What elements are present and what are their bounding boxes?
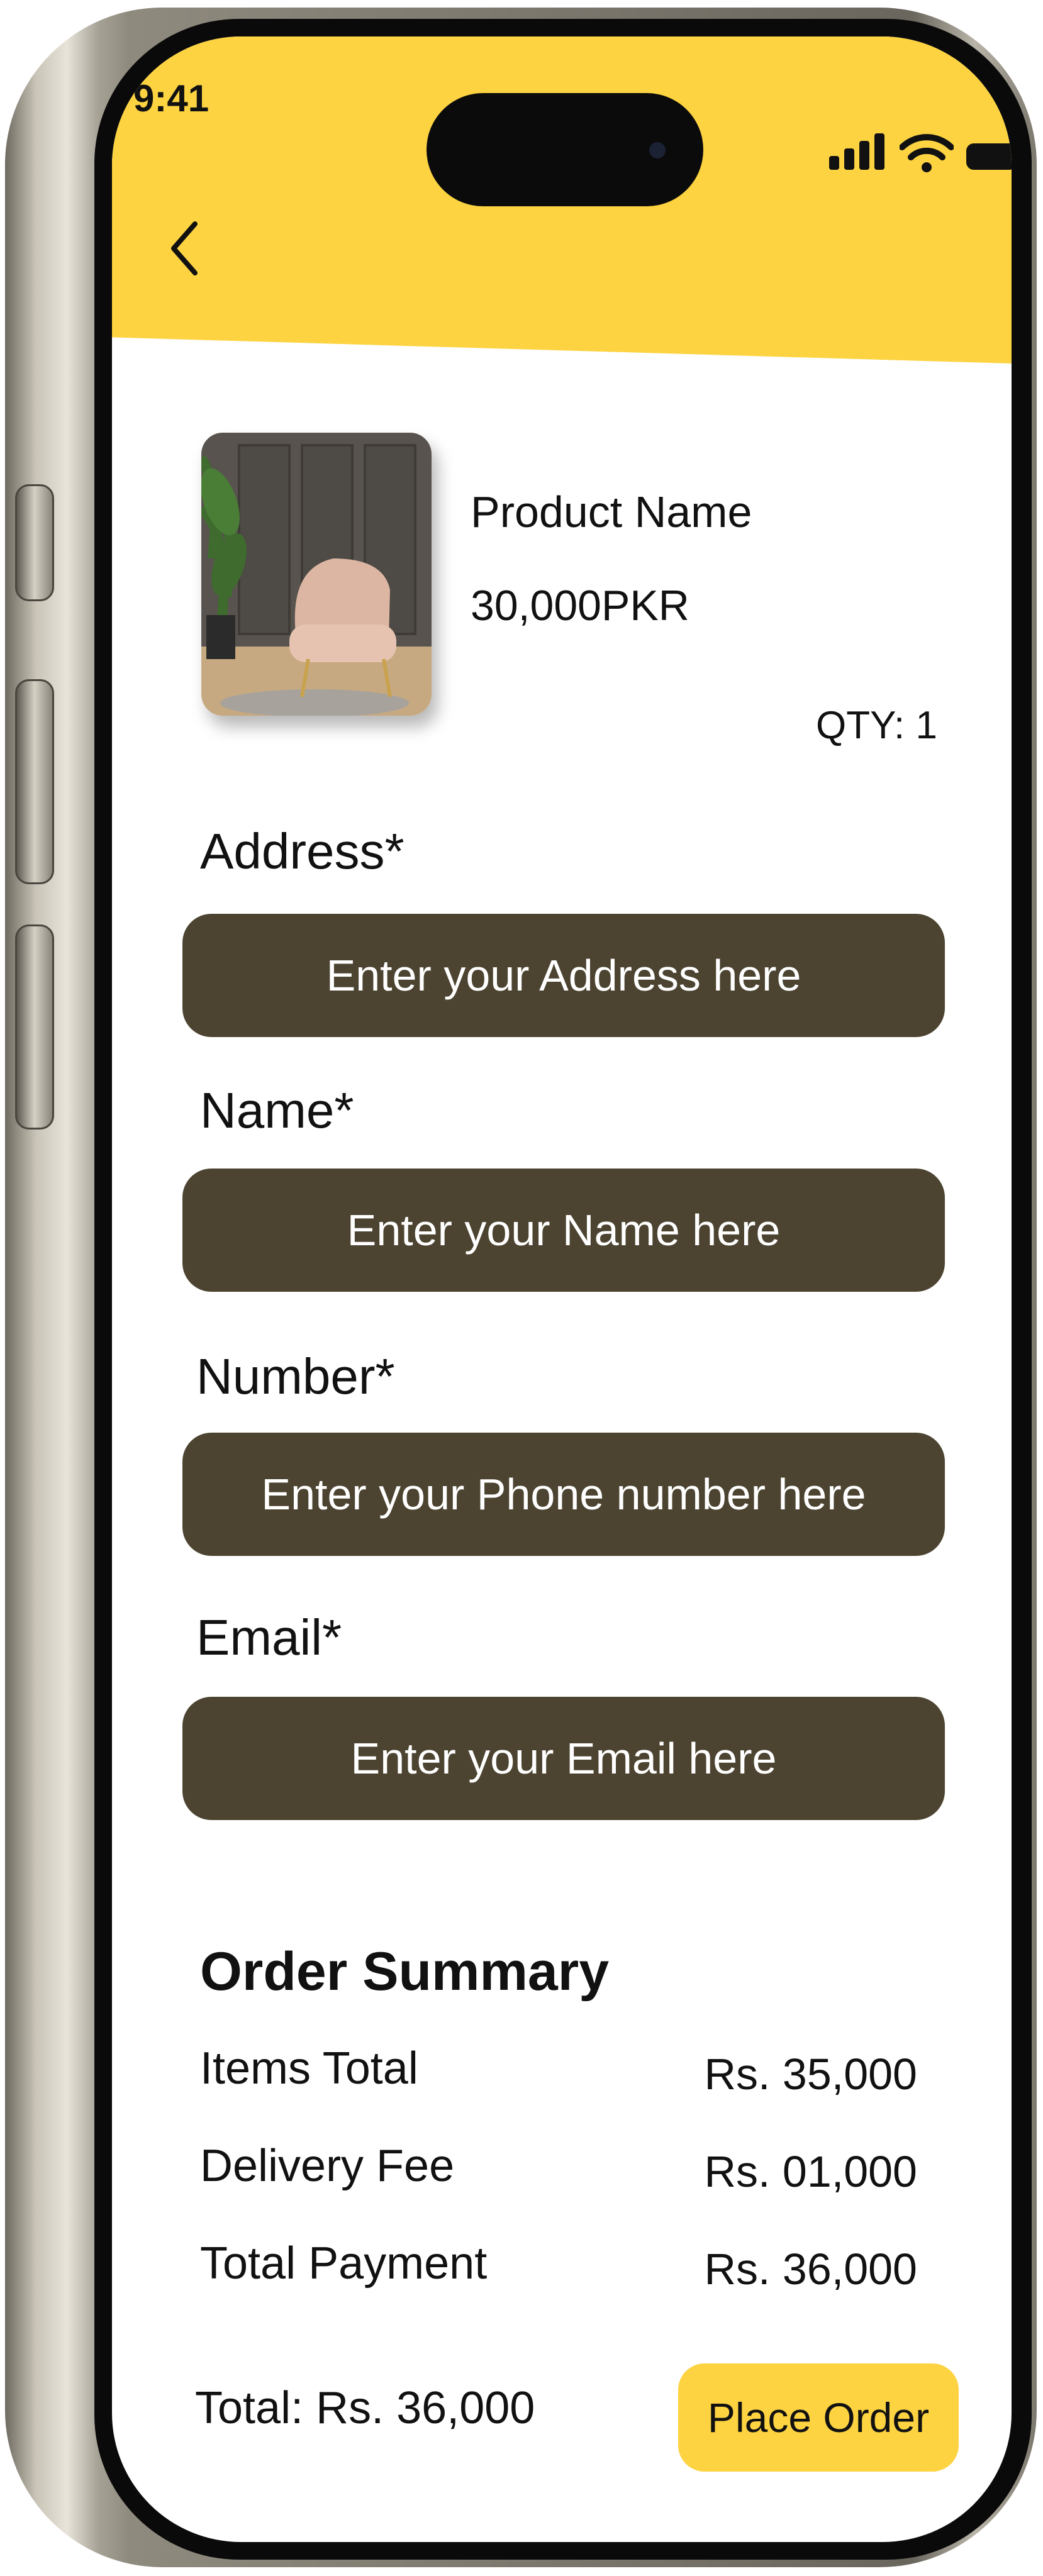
status-icons (829, 131, 1012, 187)
name-field[interactable] (182, 1169, 945, 1292)
product-price: 30,000PKR (471, 582, 689, 630)
place-order-button[interactable]: Place Order (678, 2363, 959, 2472)
summary-row-value: Rs. 01,000 (704, 2147, 917, 2196)
address-label: Address* (200, 823, 404, 879)
status-time: 9:41 (133, 77, 209, 119)
email-field[interactable] (182, 1697, 945, 1820)
summary-row-label: Items Total (200, 2043, 418, 2094)
mute-switch (15, 484, 54, 601)
order-summary-title: Order Summary (200, 1941, 610, 2002)
phone-number-field[interactable] (182, 1433, 945, 1556)
dynamic-island (427, 93, 703, 206)
summary-row-value: Rs. 36,000 (704, 2245, 917, 2294)
camera-icon (649, 142, 666, 158)
volume-down-button (15, 924, 54, 1130)
screen: 9:41 Product Name 30,000PKR QTY: 1 Addre… (112, 36, 1012, 2542)
summary-row-label: Delivery Fee (200, 2141, 455, 2191)
chevron-left-icon (171, 221, 198, 275)
address-field[interactable] (182, 914, 945, 1037)
name-label: Name* (200, 1082, 354, 1138)
summary-row-label: Total Payment (200, 2238, 488, 2289)
armchair-photo-icon (201, 433, 432, 716)
summary-row-value: Rs. 35,000 (704, 2050, 917, 2099)
battery-icon (966, 143, 1012, 170)
product-name: Product Name (471, 487, 752, 536)
volume-up-button (15, 679, 54, 884)
footer-total: Total: Rs. 36,000 (195, 2383, 535, 2433)
back-button[interactable] (156, 208, 213, 289)
product-quantity: QTY: 1 (816, 704, 937, 747)
product-image (201, 433, 432, 716)
wifi-icon (900, 134, 954, 172)
email-label: Email* (196, 1609, 342, 1665)
number-label: Number* (196, 1348, 395, 1404)
